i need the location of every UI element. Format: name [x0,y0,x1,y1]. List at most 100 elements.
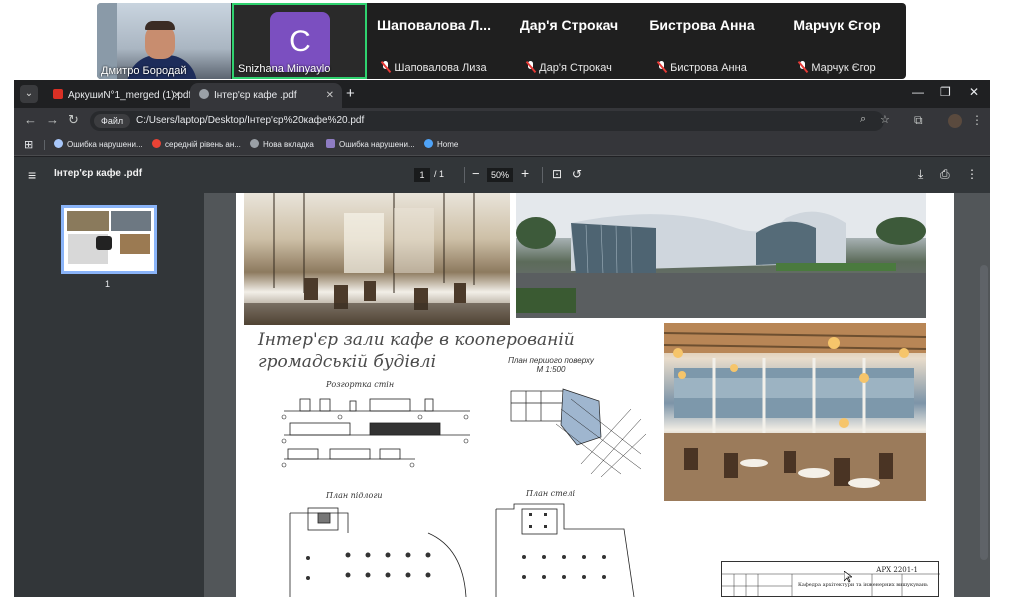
participant-sub-label: Марчук Єгор [772,61,902,74]
exterior-render-art [516,193,926,318]
wall-elevations-drawing [281,398,470,468]
forward-icon[interactable]: → [46,112,59,127]
page-thumbnail[interactable] [61,205,157,274]
participant-tile[interactable]: Марчук Єгор Марчук Єгор [772,3,902,79]
divider [44,140,45,150]
interior-render-1-art [244,193,510,325]
mic-off-icon [657,61,666,72]
mic-off-icon [526,61,535,72]
caption-first-floor-plan: План першого поверху М 1:500 [508,356,594,374]
bookmark-item[interactable]: Home [424,138,458,152]
pdf-thumbnail-sidebar: 1 [14,193,204,597]
pdf-page: Інтер'єр зали кафе в кооперованій громад… [236,193,954,597]
mouse-cursor-icon [844,571,852,583]
extensions-icon[interactable]: ⧉ [914,113,923,128]
browser-window: ⌄ АркушиN°1_merged (1).pdf ✕ Інтер'єр ка… [14,80,990,597]
participant-name: Шаповалова Л... [377,17,491,33]
menu-dots-icon[interactable]: ⋮ [971,113,983,127]
download-icon[interactable]: ⤓ [918,167,923,182]
caption-ceiling-plan: План стелі [526,489,576,498]
pdf-file-icon [53,89,63,99]
zoom-icon[interactable]: ⌕ [860,113,866,126]
zoom-input[interactable]: 50% [487,168,513,182]
participant-name: Марчук Єгор [793,17,881,33]
video-person-hair [145,21,175,30]
more-icon[interactable]: ⋮ [966,167,978,181]
title-block-stamp: АРХ 2201-1 Кафедра архітектури та інжене… [721,561,940,597]
rotate-icon[interactable]: ↺ [572,167,582,181]
tab-search-icon[interactable]: ⌄ [20,85,38,103]
participant-sub-label: Дар'я Строкач [504,61,634,74]
floor-plan-drawing [289,507,467,597]
divider [464,167,465,183]
thumb-render [67,211,109,231]
pdf-toolbar: ≡ Інтер'єр кафе .pdf 1 / 1 − 50% + ⊡ ↺ ⤓… [14,157,990,193]
interior-render-2 [664,323,926,501]
close-window-icon[interactable]: ✕ [969,85,979,99]
apps-grid-icon[interactable]: ⊞ [24,138,33,152]
star-icon[interactable]: ☆ [880,113,890,126]
participant-tile[interactable]: Дар'я Строкач Дар'я Строкач [504,3,634,79]
mic-off-icon [798,61,807,72]
tab-title: Інтер'єр кафе .pdf [214,90,297,101]
globe-icon [250,139,259,148]
pdf-scrollbar[interactable] [980,265,988,560]
globe-icon [54,139,63,148]
new-tab-button[interactable]: + [346,85,355,102]
interior-render-2-art [664,323,926,501]
bookmark-item[interactable]: Нова вкладка [250,138,314,152]
file-chip[interactable]: Файл [94,114,131,128]
participant-tile[interactable]: Бистрова Анна Бистрова Анна [637,3,767,79]
bookmark-item[interactable]: Ошибка нарушени... [54,138,143,152]
page-number-input[interactable]: 1 [414,168,430,182]
profile-avatar[interactable] [948,114,962,128]
thumbnail-page-number: 1 [105,279,111,289]
fit-page-icon[interactable]: ⊡ [552,167,562,181]
google-icon [152,139,161,148]
tab-strip: ⌄ АркушиN°1_merged (1).pdf ✕ Інтер'єр ка… [14,80,990,108]
bookmarks-bar: ⊞ Ошибка нарушени... середній рівень ан.… [14,134,990,156]
menu-icon[interactable]: ≡ [28,167,36,183]
stamp-department: Кафедра архітектури та інженерних вишуку… [798,582,928,588]
self-name-tag: Дмитро Бородай [101,65,187,77]
interior-render-1 [244,193,510,325]
close-icon[interactable]: ✕ [326,83,334,108]
restore-icon[interactable]: ❐ [940,85,951,99]
pdf-title: Інтер'єр кафе .pdf [54,168,143,179]
self-video-tile[interactable]: Дмитро Бородай [97,3,231,79]
bookmark-item[interactable]: Ошибка нарушени... [326,138,415,152]
mic-off-icon [381,61,390,72]
print-icon[interactable]: ⎙ [940,167,950,182]
tab-merged-pdf[interactable]: АркушиN°1_merged (1).pdf ✕ [44,83,191,108]
participant-tile[interactable]: Шаповалова Л... Шаповалова Лиза [369,3,504,79]
participant-name: Бистрова Анна [649,17,755,33]
back-icon[interactable]: ← [24,112,37,127]
ceiling-plan-drawing [495,503,635,597]
exterior-render [516,193,926,318]
thumb-render [111,211,151,231]
thumb-render [120,234,150,254]
cloud-icon [424,139,433,148]
tab-cafe-pdf[interactable]: Інтер'єр кафе .pdf ✕ [190,83,342,108]
address-bar[interactable]: Файл C:/Users/laptop/Desktop/Інтер'єр%20… [90,111,890,131]
stamp-code: АРХ 2201-1 [876,566,918,574]
participant-name: Дар'я Строкач [519,17,619,33]
presenter-name-tag: Snizhana Minyaylo [238,63,331,75]
divider [542,167,543,183]
bookmark-item[interactable]: середній рівень ан... [152,138,241,152]
participant-sub-label: Шаповалова Лиза [369,61,499,74]
zoom-out-button[interactable]: − [472,166,480,181]
url-text[interactable]: C:/Users/laptop/Desktop/Інтер'єр%20кафе%… [136,114,364,128]
thumb-drawing [96,236,112,250]
page-total: / 1 [434,169,445,179]
browser-toolbar: ← → ↻ Файл C:/Users/laptop/Desktop/Інтер… [14,108,990,134]
pdf-canvas[interactable]: Інтер'єр зали кафе в кооперованій громад… [204,193,990,597]
caption-wall-elevations: Розгортка стін [326,380,395,389]
minimize-icon[interactable]: — [912,85,924,99]
reload-icon[interactable]: ↻ [68,112,79,128]
zoom-in-button[interactable]: + [521,165,529,181]
globe-icon [199,89,209,99]
close-icon[interactable]: ✕ [173,83,181,108]
participant-sub-label: Бистрова Анна [637,61,767,74]
presenter-tile[interactable]: C Snizhana Minyaylo [232,3,367,79]
